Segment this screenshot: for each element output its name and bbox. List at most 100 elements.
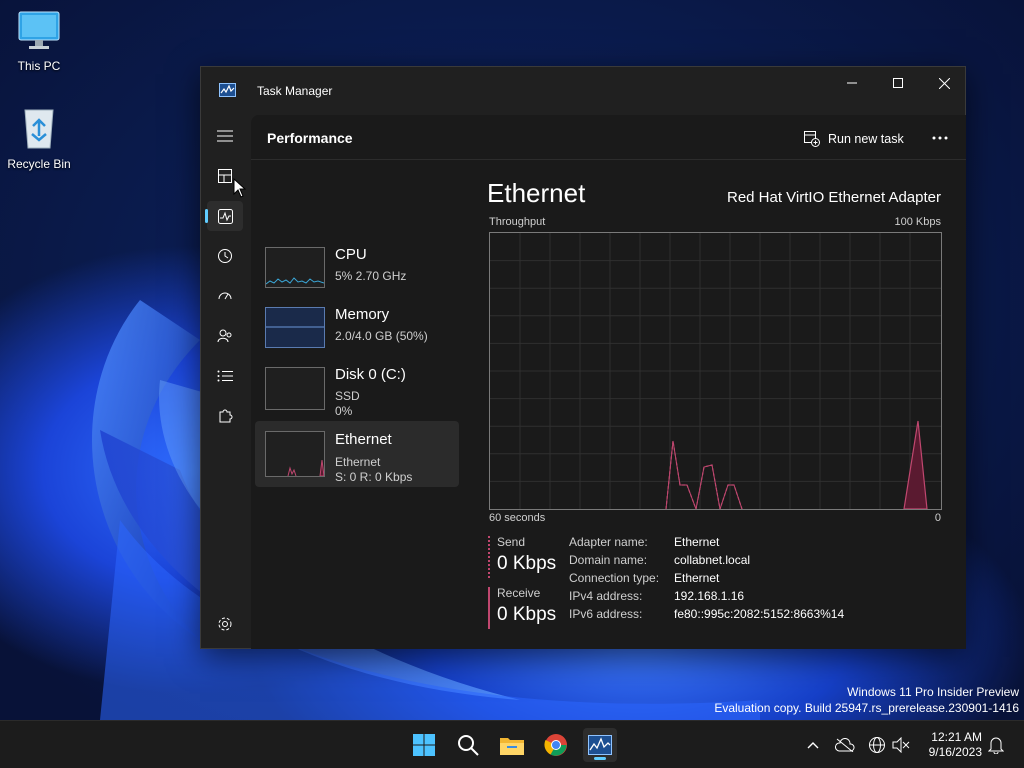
prop-key: Adapter name:: [569, 535, 648, 549]
perf-card-ethernet[interactable]: Ethernet Ethernet S: 0 R: 0 Kbps: [255, 421, 459, 487]
cpu-mini-line: [265, 277, 325, 285]
prop-key: IPv4 address:: [569, 589, 643, 603]
maximize-icon: [893, 78, 903, 88]
window-title: Task Manager: [257, 84, 333, 98]
nav-app-history[interactable]: [207, 241, 243, 271]
receive-indicator: [488, 587, 490, 629]
monitor-icon: [18, 11, 60, 49]
card-title: Disk 0 (C:): [335, 366, 406, 383]
graph-label: Throughput: [489, 216, 546, 228]
processes-icon: [218, 169, 232, 183]
run-task-icon: [804, 131, 820, 147]
card-subtitle: SSD: [335, 389, 360, 403]
graph-left-label: 60 seconds: [489, 512, 546, 524]
desktop-icon-this-pc[interactable]: This PC: [0, 10, 78, 73]
perf-card-memory[interactable]: Memory 2.0/4.0 GB (50%): [255, 301, 459, 367]
perf-card-disk[interactable]: Disk 0 (C:) SSD 0%: [255, 361, 459, 427]
receive-label: Receive: [497, 586, 541, 600]
detail-title: Ethernet: [487, 178, 586, 208]
prop-key: IPv6 address:: [569, 607, 643, 621]
send-value: 0 Kbps: [497, 553, 557, 574]
card-subtitle-2: S: 0 R: 0 Kbps: [335, 470, 413, 484]
title-bar[interactable]: Task Manager: [201, 67, 965, 115]
desktop-icon-label: This PC: [17, 59, 61, 73]
nav-settings[interactable]: [207, 609, 243, 639]
clock-time: 12:21 AM: [931, 730, 982, 744]
cloud-offline-icon: [835, 738, 855, 752]
close-button[interactable]: [921, 67, 967, 99]
desktop-icon-label: Recycle Bin: [7, 157, 71, 171]
run-new-task-label: Run new task: [828, 132, 904, 146]
prop-key: Domain name:: [569, 553, 648, 567]
watermark-edition: Windows 11 Pro Insider Preview: [847, 685, 1019, 699]
nav-performance[interactable]: [205, 201, 243, 231]
minimize-button[interactable]: [829, 67, 875, 99]
users-icon: [217, 329, 232, 343]
performance-icon: [217, 208, 233, 224]
active-app-indicator: [594, 757, 606, 760]
chrome-button[interactable]: [539, 728, 573, 762]
start-button[interactable]: [407, 728, 441, 762]
taskbar-clock[interactable]: 12:21 AM 9/16/2023: [929, 730, 982, 760]
task-manager-taskbar-icon: [588, 735, 612, 755]
content-header: Performance Run new task: [251, 115, 966, 160]
graph-right-label: 0: [934, 512, 941, 524]
file-explorer-button[interactable]: [495, 728, 529, 762]
memory-mini-line: [266, 326, 324, 328]
folder-icon: [500, 738, 524, 755]
search-button[interactable]: [451, 728, 485, 762]
notifications-button[interactable]: [986, 735, 1006, 755]
run-new-task-button[interactable]: Run new task: [804, 128, 904, 150]
send-indicator: [488, 536, 490, 578]
graph-max-label: 100 Kbps: [894, 216, 941, 228]
card-title: CPU: [335, 246, 367, 263]
nav-startup-apps[interactable]: [207, 281, 243, 311]
taskbar: 12:21 AM 9/16/2023: [0, 720, 1024, 768]
prop-value: Ethernet: [674, 571, 720, 585]
speedometer-icon: [218, 292, 232, 300]
disk-mini-graph: [265, 367, 325, 410]
chevron-up-icon: [807, 742, 819, 749]
perf-card-cpu[interactable]: CPU 5% 2.70 GHz: [255, 241, 459, 307]
puzzle-icon: [219, 409, 233, 423]
onedrive-tray-button[interactable]: [835, 735, 855, 755]
gear-icon: [218, 617, 232, 631]
show-hidden-icons-button[interactable]: [803, 735, 823, 755]
prop-key: Connection type:: [569, 571, 660, 585]
recycle-bin-icon: [24, 109, 54, 149]
chrome-icon: [544, 734, 567, 756]
globe-icon: [869, 737, 885, 753]
close-icon: [938, 77, 950, 89]
nav-services[interactable]: [207, 401, 243, 431]
send-stat: Send 0 Kbps: [497, 535, 556, 575]
ethernet-mini-line: [287, 459, 325, 477]
mouse-cursor-icon: [233, 178, 247, 198]
task-manager-taskbar-button[interactable]: [583, 728, 617, 762]
history-icon: [218, 249, 232, 263]
maximize-button[interactable]: [875, 67, 921, 99]
speaker-muted-icon: [892, 737, 910, 753]
receive-stat: Receive 0 Kbps: [497, 586, 556, 626]
language-tray-button[interactable]: [867, 735, 887, 755]
ethernet-mini-graph: [265, 431, 325, 477]
send-label: Send: [497, 535, 526, 549]
prop-value: Ethernet: [674, 535, 720, 549]
bell-icon: [988, 737, 1004, 754]
more-options-button[interactable]: [928, 127, 952, 149]
nav-users[interactable]: [207, 321, 243, 351]
task-manager-window: Task Manager Performance Run new task CP…: [200, 66, 966, 649]
card-title: Memory: [335, 306, 390, 323]
nav-selection-indicator: [205, 209, 208, 223]
nav-hamburger[interactable]: [207, 121, 243, 151]
desktop-icon-recycle-bin[interactable]: Recycle Bin: [0, 106, 78, 171]
volume-tray-button[interactable]: [891, 735, 911, 755]
throughput-graph: [489, 232, 942, 512]
adapter-name: Red Hat VirtIO Ethernet Adapter: [726, 189, 941, 206]
nav-details[interactable]: [207, 361, 243, 391]
watermark-build: Evaluation copy. Build 25947.rs_prerelea…: [714, 701, 1019, 715]
prop-value: collabnet.local: [674, 553, 751, 567]
cpu-mini-graph: [265, 247, 325, 288]
search-icon: [458, 735, 479, 756]
card-subtitle-2: 0%: [335, 404, 353, 418]
page-title: Performance: [267, 130, 353, 146]
